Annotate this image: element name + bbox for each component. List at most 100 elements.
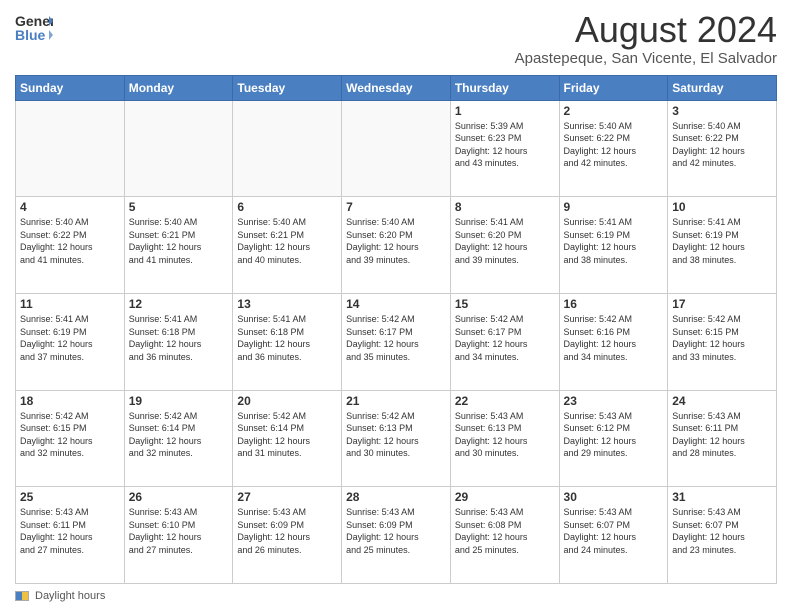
calendar-header-row: SundayMondayTuesdayWednesdayThursdayFrid… — [16, 75, 777, 100]
svg-text:Blue: Blue — [15, 27, 46, 43]
page: General Blue August 2024 Apastepeque, Sa… — [0, 0, 792, 612]
day-info: Sunrise: 5:40 AM Sunset: 6:22 PM Dayligh… — [20, 216, 120, 266]
day-cell: 20 Sunrise: 5:42 AM Sunset: 6:14 PM Dayli… — [233, 390, 342, 487]
week-row-5: 25 Sunrise: 5:43 AM Sunset: 6:11 PM Dayli… — [16, 487, 777, 584]
day-cell: 19 Sunrise: 5:42 AM Sunset: 6:14 PM Dayli… — [124, 390, 233, 487]
day-cell: 9Sunrise: 5:41 AM Sunset: 6:19 PM Daylig… — [559, 197, 668, 294]
day-info: Sunrise: 5:42 AM Sunset: 6:16 PM Dayligh… — [564, 313, 664, 363]
day-info: Sunrise: 5:41 AM Sunset: 6:18 PM Dayligh… — [129, 313, 229, 363]
day-cell: 6 Sunrise: 5:40 AM Sunset: 6:21 PM Daylig… — [233, 197, 342, 294]
day-cell: 30Sunrise: 5:43 AM Sunset: 6:07 PM Dayli… — [559, 487, 668, 584]
day-info: Sunrise: 5:43 AM Sunset: 6:07 PM Dayligh… — [672, 506, 772, 556]
day-cell — [233, 100, 342, 197]
day-number: 14 — [346, 297, 446, 311]
day-number: 7 — [346, 200, 446, 214]
logo-svg: General Blue — [15, 10, 53, 46]
day-info: Sunrise: 5:42 AM Sunset: 6:15 PM Dayligh… — [672, 313, 772, 363]
day-info: Sunrise: 5:41 AM Sunset: 6:19 PM Dayligh… — [672, 216, 772, 266]
day-cell: 28 Sunrise: 5:43 AM Sunset: 6:09 PM Dayli… — [342, 487, 451, 584]
week-row-1: 1 Sunrise: 5:39 AM Sunset: 6:23 PM Daylig… — [16, 100, 777, 197]
day-cell: 25 Sunrise: 5:43 AM Sunset: 6:11 PM Dayli… — [16, 487, 125, 584]
day-info: Sunrise: 5:43 AM Sunset: 6:12 PM Dayligh… — [564, 410, 664, 460]
month-title: August 2024 — [515, 10, 777, 50]
day-info: Sunrise: 5:41 AM Sunset: 6:18 PM Dayligh… — [237, 313, 337, 363]
day-number: 29 — [455, 490, 555, 504]
day-info: Sunrise: 5:43 AM Sunset: 6:07 PM Dayligh… — [564, 506, 664, 556]
day-cell: 31Sunrise: 5:43 AM Sunset: 6:07 PM Dayli… — [668, 487, 777, 584]
day-number: 26 — [129, 490, 229, 504]
day-cell: 11Sunrise: 5:41 AM Sunset: 6:19 PM Dayli… — [16, 293, 125, 390]
day-number: 25 — [20, 490, 120, 504]
col-header-tuesday: Tuesday — [233, 75, 342, 100]
day-info: Sunrise: 5:43 AM Sunset: 6:08 PM Dayligh… — [455, 506, 555, 556]
day-cell: 13 Sunrise: 5:41 AM Sunset: 6:18 PM Dayli… — [233, 293, 342, 390]
location: Apastepeque, San Vicente, El Salvador — [515, 50, 777, 67]
col-header-sunday: Sunday — [16, 75, 125, 100]
day-number: 21 — [346, 394, 446, 408]
day-number: 6 — [237, 200, 337, 214]
day-number: 11 — [20, 297, 120, 311]
day-info: Sunrise: 5:40 AM Sunset: 6:21 PM Dayligh… — [237, 216, 337, 266]
day-info: Sunrise: 5:42 AM Sunset: 6:14 PM Dayligh… — [129, 410, 229, 460]
day-info: Sunrise: 5:43 AM Sunset: 6:10 PM Dayligh… — [129, 506, 229, 556]
day-number: 5 — [129, 200, 229, 214]
day-number: 24 — [672, 394, 772, 408]
day-info: Sunrise: 5:42 AM Sunset: 6:17 PM Dayligh… — [346, 313, 446, 363]
daylight-icon — [15, 591, 29, 601]
day-number: 10 — [672, 200, 772, 214]
footer-label: Daylight hours — [35, 590, 105, 602]
day-cell: 2Sunrise: 5:40 AM Sunset: 6:22 PM Daylig… — [559, 100, 668, 197]
day-info: Sunrise: 5:42 AM Sunset: 6:17 PM Dayligh… — [455, 313, 555, 363]
day-info: Sunrise: 5:41 AM Sunset: 6:19 PM Dayligh… — [564, 216, 664, 266]
day-cell: 26 Sunrise: 5:43 AM Sunset: 6:10 PM Dayli… — [124, 487, 233, 584]
week-row-4: 18Sunrise: 5:42 AM Sunset: 6:15 PM Dayli… — [16, 390, 777, 487]
day-cell — [124, 100, 233, 197]
day-number: 20 — [237, 394, 337, 408]
day-cell: 7 Sunrise: 5:40 AM Sunset: 6:20 PM Daylig… — [342, 197, 451, 294]
day-cell: 23 Sunrise: 5:43 AM Sunset: 6:12 PM Dayli… — [559, 390, 668, 487]
title-block: August 2024 Apastepeque, San Vicente, El… — [515, 10, 777, 67]
col-header-wednesday: Wednesday — [342, 75, 451, 100]
day-number: 1 — [455, 104, 555, 118]
day-cell: 8Sunrise: 5:41 AM Sunset: 6:20 PM Daylig… — [450, 197, 559, 294]
day-cell: 3 Sunrise: 5:40 AM Sunset: 6:22 PM Daylig… — [668, 100, 777, 197]
day-info: Sunrise: 5:43 AM Sunset: 6:09 PM Dayligh… — [237, 506, 337, 556]
day-info: Sunrise: 5:40 AM Sunset: 6:22 PM Dayligh… — [672, 120, 772, 170]
day-info: Sunrise: 5:43 AM Sunset: 6:09 PM Dayligh… — [346, 506, 446, 556]
day-cell: 18Sunrise: 5:42 AM Sunset: 6:15 PM Dayli… — [16, 390, 125, 487]
day-number: 13 — [237, 297, 337, 311]
day-info: Sunrise: 5:42 AM Sunset: 6:14 PM Dayligh… — [237, 410, 337, 460]
col-header-monday: Monday — [124, 75, 233, 100]
col-header-saturday: Saturday — [668, 75, 777, 100]
day-number: 19 — [129, 394, 229, 408]
day-cell: 21Sunrise: 5:42 AM Sunset: 6:13 PM Dayli… — [342, 390, 451, 487]
week-row-3: 11Sunrise: 5:41 AM Sunset: 6:19 PM Dayli… — [16, 293, 777, 390]
day-cell: 16Sunrise: 5:42 AM Sunset: 6:16 PM Dayli… — [559, 293, 668, 390]
col-header-thursday: Thursday — [450, 75, 559, 100]
logo: General Blue — [15, 10, 53, 46]
day-info: Sunrise: 5:39 AM Sunset: 6:23 PM Dayligh… — [455, 120, 555, 170]
day-cell: 10 Sunrise: 5:41 AM Sunset: 6:19 PM Dayli… — [668, 197, 777, 294]
day-cell — [16, 100, 125, 197]
week-row-2: 4 Sunrise: 5:40 AM Sunset: 6:22 PM Daylig… — [16, 197, 777, 294]
day-info: Sunrise: 5:40 AM Sunset: 6:20 PM Dayligh… — [346, 216, 446, 266]
day-info: Sunrise: 5:41 AM Sunset: 6:20 PM Dayligh… — [455, 216, 555, 266]
day-number: 27 — [237, 490, 337, 504]
footer: Daylight hours — [15, 590, 777, 602]
day-number: 23 — [564, 394, 664, 408]
day-info: Sunrise: 5:43 AM Sunset: 6:11 PM Dayligh… — [20, 506, 120, 556]
day-number: 4 — [20, 200, 120, 214]
col-header-friday: Friday — [559, 75, 668, 100]
day-number: 3 — [672, 104, 772, 118]
day-number: 28 — [346, 490, 446, 504]
day-cell: 27 Sunrise: 5:43 AM Sunset: 6:09 PM Dayli… — [233, 487, 342, 584]
day-info: Sunrise: 5:40 AM Sunset: 6:21 PM Dayligh… — [129, 216, 229, 266]
day-cell: 22 Sunrise: 5:43 AM Sunset: 6:13 PM Dayli… — [450, 390, 559, 487]
calendar-table: SundayMondayTuesdayWednesdayThursdayFrid… — [15, 75, 777, 584]
day-info: Sunrise: 5:43 AM Sunset: 6:13 PM Dayligh… — [455, 410, 555, 460]
day-info: Sunrise: 5:40 AM Sunset: 6:22 PM Dayligh… — [564, 120, 664, 170]
day-cell: 12Sunrise: 5:41 AM Sunset: 6:18 PM Dayli… — [124, 293, 233, 390]
day-cell: 5 Sunrise: 5:40 AM Sunset: 6:21 PM Daylig… — [124, 197, 233, 294]
day-number: 22 — [455, 394, 555, 408]
day-number: 18 — [20, 394, 120, 408]
